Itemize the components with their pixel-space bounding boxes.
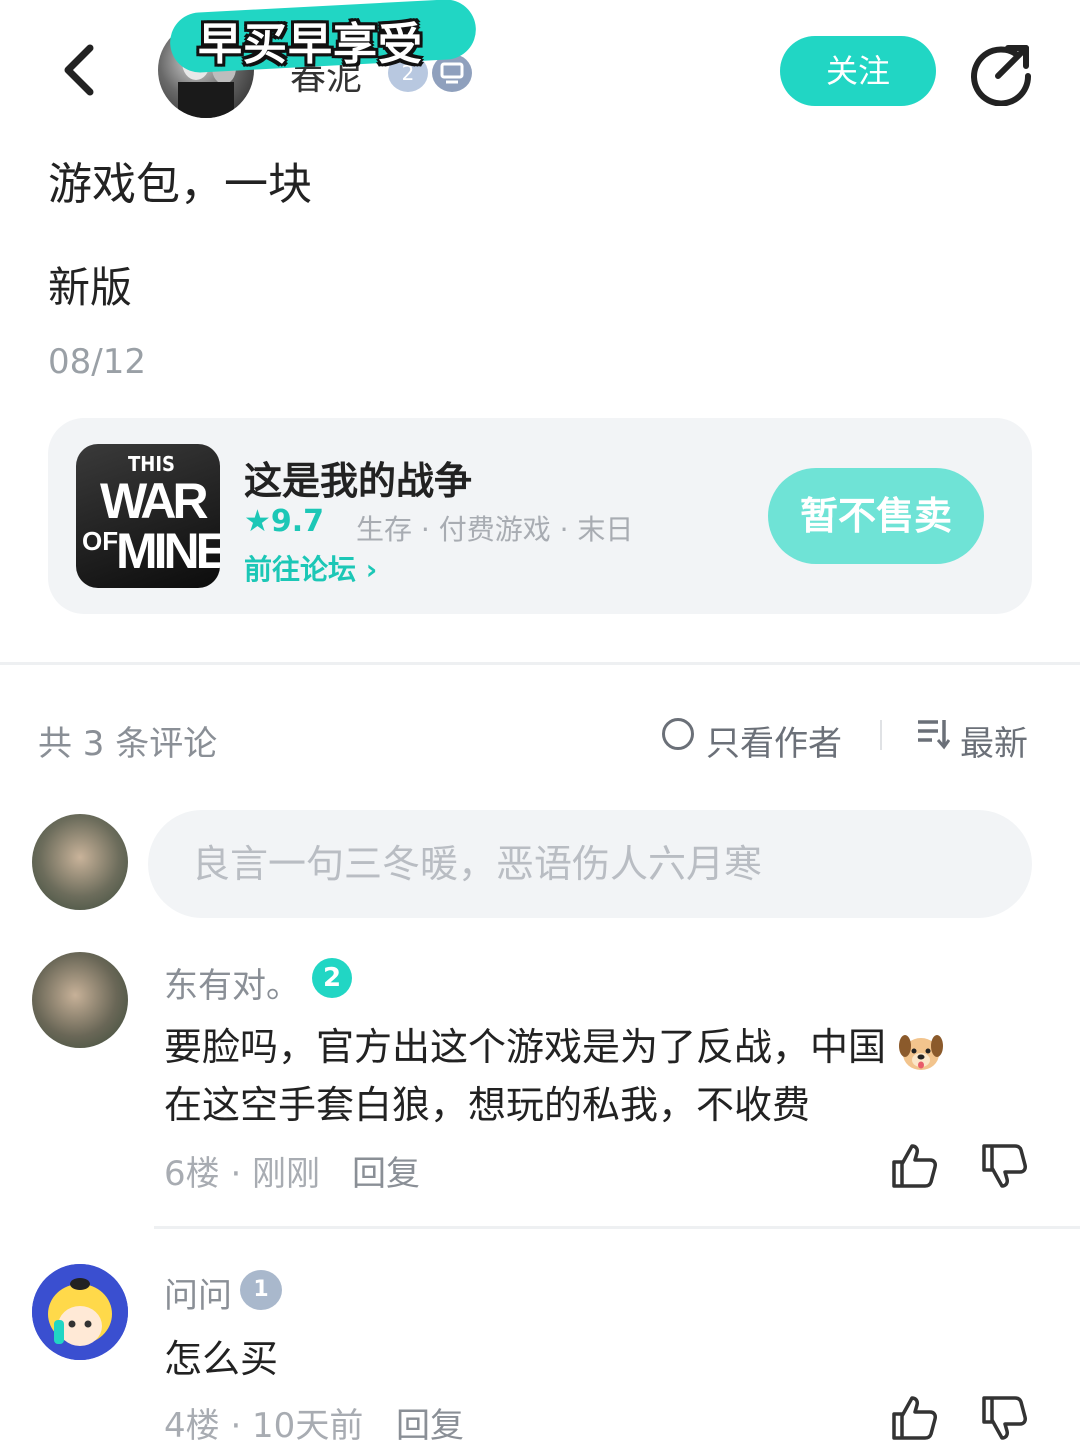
- thumbs-up-icon: [892, 1144, 937, 1188]
- post-title: 游戏包，一块: [48, 159, 312, 210]
- sticker-caption: 早买早享受: [198, 19, 423, 70]
- game-logo-line3: OF: [82, 526, 119, 556]
- dislike-button[interactable]: [978, 1140, 1030, 1192]
- my-avatar: [32, 814, 128, 910]
- game-logo-line4: MINE: [116, 523, 220, 579]
- not-for-sale-button[interactable]: 暂不售卖: [768, 468, 984, 564]
- reply-button[interactable]: 回复: [396, 1398, 464, 1447]
- post-date: 08/12: [48, 342, 146, 382]
- comment-count: 共 3 条评论: [38, 724, 218, 764]
- dog-emoji-icon: [898, 1030, 944, 1070]
- comment-text: 怎么买: [164, 1337, 279, 1381]
- comment-text-line2: 在这空手套白狼，想玩的私我，不收费: [164, 1083, 811, 1127]
- avatar-image: [32, 1264, 128, 1360]
- game-logo[interactable]: THIS WAR OF MINE: [76, 444, 220, 588]
- follow-button[interactable]: 关注: [780, 36, 936, 106]
- header-separator: [880, 720, 882, 750]
- thumbs-up-icon: [892, 1396, 937, 1440]
- back-arrow-icon: [64, 44, 94, 96]
- post-body: 新版: [48, 263, 133, 312]
- thumbs-down-icon: [982, 1396, 1027, 1440]
- dislike-button[interactable]: [978, 1392, 1030, 1444]
- commenter-level-badge: 1: [240, 1270, 282, 1310]
- commenter-avatar[interactable]: [32, 952, 128, 1048]
- forum-link[interactable]: 前往论坛 ›: [244, 548, 377, 588]
- game-score: ★9.7: [244, 504, 325, 539]
- section-divider: [0, 662, 1080, 665]
- sort-latest-button[interactable]: 最新: [960, 716, 1028, 765]
- comment-floor-time: 4楼 · 10天前: [164, 1406, 364, 1446]
- comment-text-line1: 要脸吗，官方出这个游戏是为了反战，中国: [164, 1025, 887, 1069]
- author-only-toggle[interactable]: 只看作者: [706, 716, 842, 765]
- commenter-level-badge: 2: [312, 958, 352, 998]
- like-button[interactable]: [888, 1392, 940, 1444]
- commenter-avatar[interactable]: [32, 1264, 128, 1360]
- comment-input[interactable]: [148, 810, 1032, 918]
- game-tags: 生存 · 付费游戏 · 末日: [356, 513, 634, 546]
- like-button[interactable]: [888, 1140, 940, 1192]
- share-icon: [971, 45, 1032, 107]
- share-button[interactable]: [968, 40, 1034, 107]
- back-button[interactable]: [52, 38, 108, 102]
- game-name[interactable]: 这是我的战争: [244, 450, 472, 505]
- thumbs-down-icon: [982, 1144, 1027, 1188]
- radio-icon[interactable]: [662, 718, 694, 750]
- comment-text: 要脸吗，官方出这个游戏是为了反战，中国 在这空手套白狼，想玩的私我，不收费: [164, 1018, 1064, 1134]
- commenter-name[interactable]: 东有对。: [164, 958, 300, 1007]
- commenter-name[interactable]: 问问: [164, 1268, 232, 1317]
- sort-icon[interactable]: [916, 718, 951, 750]
- comment-floor-time: 6楼 · 刚刚: [164, 1154, 321, 1194]
- reply-button[interactable]: 回复: [352, 1146, 420, 1195]
- comment-divider: [154, 1226, 1080, 1229]
